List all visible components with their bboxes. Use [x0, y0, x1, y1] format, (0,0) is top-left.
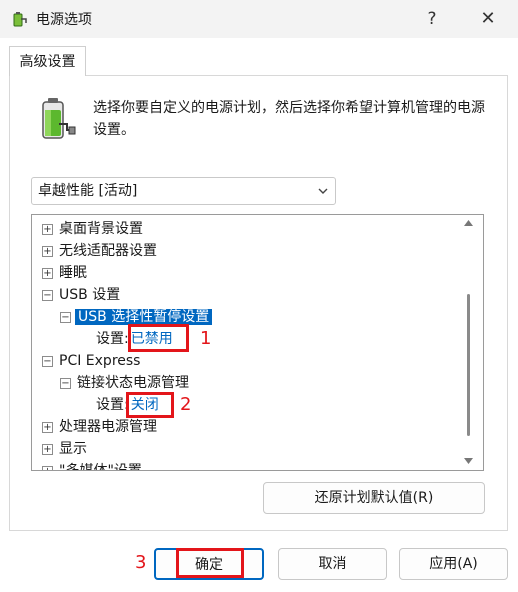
help-button[interactable]: ? [412, 4, 452, 34]
chevron-down-icon [318, 188, 328, 194]
tree-item-desktop-background[interactable]: + 桌面背景设置 [42, 218, 143, 240]
annotation-box-pci-value [126, 392, 174, 418]
power-plan-select[interactable]: 卓越性能 [活动] [31, 177, 336, 205]
collapse-icon[interactable]: − [42, 290, 53, 301]
tree-item-processor-power[interactable]: + 处理器电源管理 [42, 416, 157, 438]
plan-description: 选择你要自定义的电源计划，然后选择你希望计算机管理的电源设置。 [93, 100, 485, 138]
collapse-icon[interactable]: − [42, 356, 53, 367]
expand-icon[interactable]: + [42, 422, 53, 433]
restore-defaults-button[interactable]: 还原计划默认值(R) [263, 482, 485, 514]
tab-advanced-settings[interactable]: 高级设置 [9, 46, 86, 76]
tree-item-link-state-power[interactable]: − 链接状态电源管理 [60, 372, 189, 394]
scrollbar-thumb[interactable] [467, 294, 470, 436]
tree-item-pci-express[interactable]: − PCI Express [42, 350, 140, 372]
annotation-number-2: 2 [180, 394, 192, 415]
battery-plug-icon [42, 98, 76, 139]
cancel-button[interactable]: 取消 [278, 548, 387, 580]
apply-button[interactable]: 应用(A) [399, 548, 508, 580]
power-plan-value: 卓越性能 [活动] [38, 183, 138, 199]
annotation-box-ok [176, 548, 244, 578]
expand-icon[interactable]: + [42, 268, 53, 279]
tree-item-wireless-adapter[interactable]: + 无线适配器设置 [42, 240, 157, 262]
expand-icon[interactable]: + [42, 224, 53, 235]
expand-icon[interactable]: + [42, 466, 53, 470]
collapse-icon[interactable]: − [60, 378, 71, 389]
power-options-icon [13, 12, 27, 27]
expand-icon[interactable]: + [42, 444, 53, 455]
collapse-icon[interactable]: − [60, 312, 71, 323]
annotation-box-usb-value [128, 324, 189, 352]
window-title: 电源选项 [36, 12, 92, 28]
tree-item-usb[interactable]: − USB 设置 [42, 284, 120, 306]
annotation-number-3: 3 [135, 552, 147, 573]
tree-item-multimedia[interactable]: + "多媒体"设置 [42, 460, 142, 470]
annotation-number-1: 1 [200, 328, 212, 349]
close-button[interactable]: ✕ [466, 4, 510, 34]
settings-tree[interactable]: + 桌面背景设置 + 无线适配器设置 + 睡眠 − USB 设置 − USB 选… [31, 214, 484, 471]
tree-item-sleep[interactable]: + 睡眠 [42, 262, 87, 284]
scroll-up-icon[interactable] [464, 220, 473, 226]
scroll-down-icon[interactable] [464, 458, 473, 464]
title-bar: 电源选项 ? ✕ [0, 0, 518, 38]
expand-icon[interactable]: + [42, 246, 53, 257]
tree-item-display[interactable]: + 显示 [42, 438, 87, 460]
